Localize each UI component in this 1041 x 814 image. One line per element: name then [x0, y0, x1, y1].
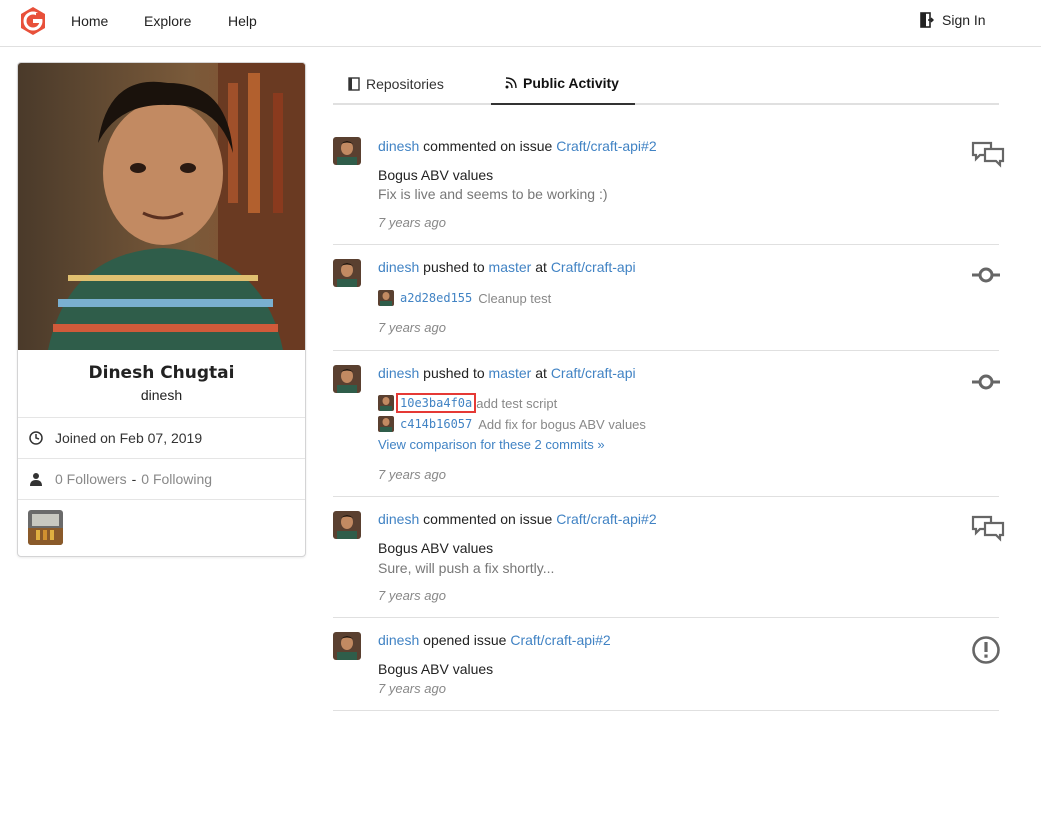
gitea-logo-icon[interactable] — [18, 6, 48, 36]
tab-repositories-label: Repositories — [366, 76, 444, 92]
feed-item: dinesh commented on issue Craft/craft-ap… — [333, 497, 1005, 618]
feed-repo-link[interactable]: Craft/craft-api — [551, 259, 636, 275]
sign-in-icon — [920, 12, 934, 28]
nav-help-link[interactable]: Help — [228, 13, 257, 29]
feed-at: at — [535, 365, 547, 381]
feed-user-link[interactable]: dinesh — [378, 365, 419, 381]
feed-headline: dinesh commented on issue Craft/craft-ap… — [378, 511, 657, 527]
issue-title: Bogus ABV values — [378, 661, 494, 677]
profile-name-block: Dinesh Chugtai dinesh — [18, 350, 305, 418]
follow-row: 0 Followers - 0 Following — [18, 459, 305, 500]
git-commit-icon — [972, 374, 1000, 390]
top-navbar: Home Explore Help Sign In — [0, 0, 1041, 47]
feed-issue-link[interactable]: Craft/craft-api#2 — [556, 511, 656, 527]
feed-issue-link[interactable]: Craft/craft-api#2 — [510, 632, 610, 648]
feed-timestamp: 7 years ago — [378, 588, 446, 603]
compare-commits-link[interactable]: View comparison for these 2 commits » — [378, 437, 605, 452]
feed-branch-link[interactable]: master — [489, 259, 532, 275]
issue-title: Bogus ABV values — [378, 540, 494, 556]
commit-row: c414b16057 Add fix for bogus ABV values — [378, 416, 646, 432]
profile-username: dinesh — [140, 387, 183, 403]
joined-row: Joined on Feb 07, 2019 — [18, 418, 305, 459]
feed-action: commented on issue — [423, 511, 553, 527]
issue-opened-icon — [972, 636, 1000, 664]
feed-action: commented on issue — [423, 138, 553, 154]
followers-link[interactable]: 0 Followers — [55, 471, 127, 487]
organizations-row — [18, 500, 305, 555]
feed-branch-link[interactable]: master — [489, 365, 532, 381]
repo-icon — [348, 77, 360, 91]
commit-row: 10e3ba4f0a add test script — [378, 393, 558, 413]
tab-public-activity[interactable]: Public Activity — [491, 63, 635, 105]
feed-headline: dinesh opened issue Craft/craft-api#2 — [378, 632, 611, 648]
tab-public-activity-label: Public Activity — [523, 75, 619, 91]
organization-avatar[interactable] — [28, 510, 63, 545]
feed-action: pushed to — [423, 365, 485, 381]
feed-item: dinesh pushed to master at Craft/craft-a… — [333, 245, 1000, 351]
feed-at: at — [535, 259, 547, 275]
commit-message: Add fix for bogus ABV values — [478, 416, 646, 432]
user-avatar[interactable] — [333, 632, 361, 660]
user-avatar[interactable] — [333, 365, 361, 393]
user-avatar-mini — [378, 395, 394, 411]
feed-user-link[interactable]: dinesh — [378, 259, 419, 275]
feed-item: dinesh opened issue Craft/craft-api#2 Bo… — [333, 618, 1000, 711]
feed-user-link[interactable]: dinesh — [378, 632, 419, 648]
feed-action: pushed to — [423, 259, 485, 275]
commit-sha-link[interactable]: 10e3ba4f0a — [395, 393, 477, 413]
feed-headline: dinesh pushed to master at Craft/craft-a… — [378, 365, 636, 381]
person-icon — [30, 473, 42, 486]
git-commit-icon — [972, 267, 1000, 283]
comment-text: Sure, will push a fix shortly... — [378, 560, 555, 576]
feed-timestamp: 7 years ago — [378, 215, 446, 230]
feed-timestamp: 7 years ago — [378, 320, 446, 335]
following-link[interactable]: 0 Following — [141, 471, 212, 487]
user-avatar[interactable] — [333, 137, 361, 165]
feed-item: dinesh commented on issue Craft/craft-ap… — [333, 125, 1005, 245]
feed-headline: dinesh pushed to master at Craft/craft-a… — [378, 259, 636, 275]
nav-explore-link[interactable]: Explore — [144, 13, 191, 29]
feed-issue-link[interactable]: Craft/craft-api#2 — [556, 138, 656, 154]
feed-action: opened issue — [423, 632, 507, 648]
feed-repo-link[interactable]: Craft/craft-api — [551, 365, 636, 381]
user-avatar[interactable] — [333, 511, 361, 539]
user-avatar-mini — [378, 416, 394, 432]
commit-message: add test script — [476, 395, 558, 411]
commit-message: Cleanup test — [478, 290, 552, 306]
commit-row: a2d28ed155 Cleanup test — [378, 290, 551, 306]
sign-in-label: Sign In — [942, 12, 986, 28]
commit-sha-link[interactable]: a2d28ed155 — [398, 290, 474, 306]
feed-headline: dinesh commented on issue Craft/craft-ap… — [378, 138, 657, 154]
feed-timestamp: 7 years ago — [378, 681, 446, 696]
feed-user-link[interactable]: dinesh — [378, 511, 419, 527]
profile-tabs: Repositories Public Activity — [333, 63, 999, 105]
follow-separator: - — [131, 471, 137, 487]
feed-item: dinesh pushed to master at Craft/craft-a… — [333, 351, 1000, 497]
clock-icon — [29, 431, 43, 445]
profile-avatar — [18, 63, 305, 350]
profile-card: Dinesh Chugtai dinesh Joined on Feb 07, … — [17, 62, 306, 557]
feed-user-link[interactable]: dinesh — [378, 138, 419, 154]
feed-timestamp: 7 years ago — [378, 467, 446, 482]
comment-discussion-icon — [971, 515, 1005, 542]
comment-text: Fix is live and seems to be working :) — [378, 186, 608, 202]
issue-title: Bogus ABV values — [378, 167, 494, 183]
nav-home-link[interactable]: Home — [71, 13, 108, 29]
user-avatar[interactable] — [333, 259, 361, 287]
user-avatar-mini — [378, 290, 394, 306]
profile-full-name: Dinesh Chugtai — [88, 363, 235, 383]
comment-discussion-icon — [971, 141, 1005, 168]
rss-icon — [505, 77, 517, 89]
activity-feed: dinesh commented on issue Craft/craft-ap… — [333, 125, 1005, 711]
commit-sha-link[interactable]: c414b16057 — [398, 416, 474, 432]
sign-in-link[interactable]: Sign In — [920, 12, 986, 28]
joined-date: Joined on Feb 07, 2019 — [55, 430, 203, 446]
tab-repositories[interactable]: Repositories — [348, 63, 444, 105]
